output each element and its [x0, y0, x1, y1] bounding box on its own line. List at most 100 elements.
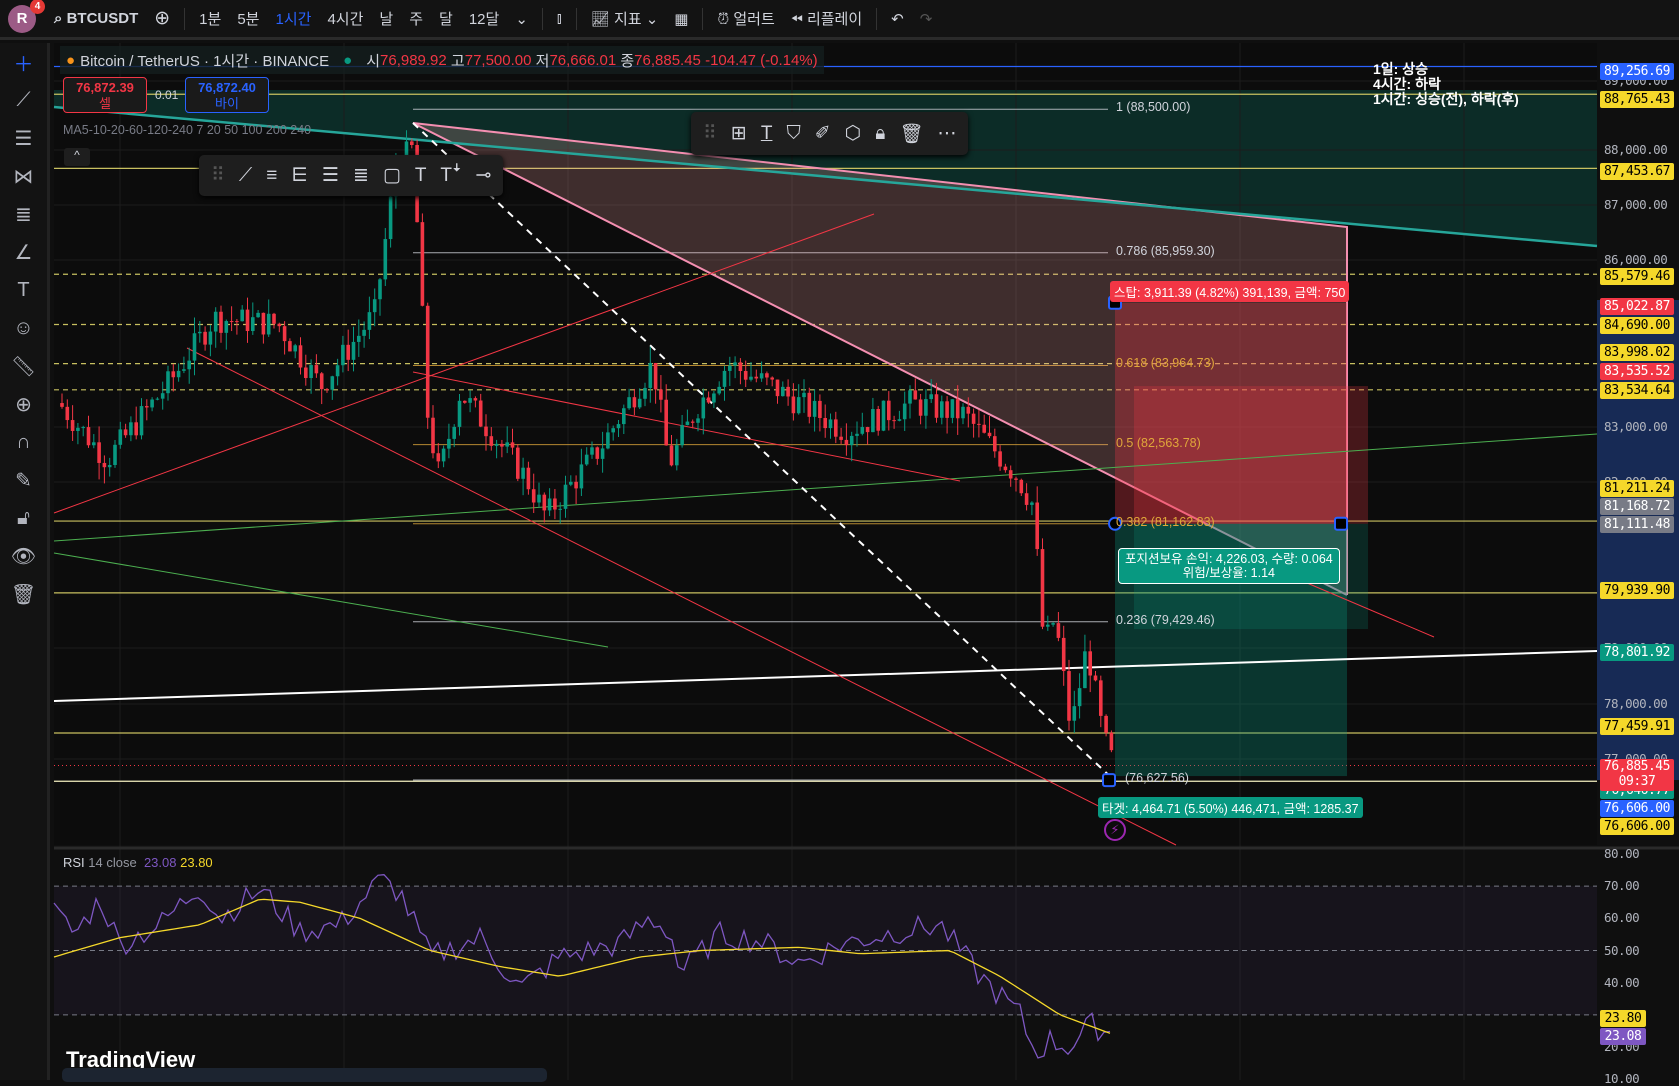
crosshair-icon[interactable]: ＋: [0, 43, 47, 81]
redo-icon[interactable]: ↷: [920, 10, 933, 28]
candle: [441, 448, 446, 462]
pattern-icon[interactable]: ⋈: [0, 157, 47, 195]
rsi-tick: 10.00: [1604, 1071, 1640, 1086]
candle: [569, 481, 573, 485]
more-icon[interactable]: ⋯: [937, 122, 956, 145]
replay-button[interactable]: ⏪︎ 리플레이: [791, 8, 862, 29]
candle: [171, 371, 176, 378]
trash-icon[interactable]: 🗑︎: [0, 575, 47, 613]
fib-icon[interactable]: ☰: [0, 119, 47, 157]
ma-legend[interactable]: MA5-10-20-60-120-240 7 20 50 100 200 240: [63, 123, 311, 137]
measure-angle-icon[interactable]: ∠: [0, 233, 47, 271]
alert-button[interactable]: ⏰︎ 얼러트: [717, 8, 774, 29]
candle: [198, 331, 202, 334]
target-label[interactable]: 타겟: 4,464.71 (5.50%) 446,471, 금액: 1285.3…: [1098, 797, 1363, 818]
interval-3[interactable]: 4시간: [327, 8, 363, 29]
collapse-legend-button[interactable]: ^: [64, 148, 90, 166]
price-tick: 83,000.00: [1604, 419, 1668, 434]
fib-retracement-icon[interactable]: ☰: [322, 164, 339, 187]
fill-color-icon[interactable]: ⛉: [786, 123, 800, 145]
interval-0[interactable]: 1분: [199, 8, 221, 29]
trend-line-icon[interactable]: ⟋: [239, 165, 252, 187]
line-color-icon[interactable]: ✐: [815, 122, 831, 145]
spread-value: 0.01: [155, 88, 179, 102]
divider: [876, 7, 878, 30]
sell-button[interactable]: 76,872.39 셀: [63, 77, 147, 113]
zoom-icon[interactable]: ⊕: [0, 385, 47, 423]
interval-4[interactable]: 날: [379, 8, 393, 29]
chevron-down-icon[interactable]: ⌄: [515, 10, 528, 28]
candle: [924, 399, 928, 416]
interval-2[interactable]: 1시간: [275, 8, 311, 29]
ruler-icon[interactable]: 📏︎: [0, 347, 47, 385]
fib-level-label: 1 (88,500.00): [1116, 100, 1191, 115]
buy-button[interactable]: 76,872.40 바이: [185, 77, 269, 113]
candle: [998, 451, 1002, 467]
candle: [224, 321, 229, 333]
candle: [685, 421, 690, 426]
eye-icon[interactable]: 👁︎: [0, 537, 47, 575]
anchored-text-icon[interactable]: Tꜜ: [440, 165, 461, 187]
alarm-icon: ⏰︎: [717, 11, 730, 28]
candle: [155, 398, 160, 400]
candle: [431, 417, 435, 454]
fib-extension-icon[interactable]: ≣: [353, 164, 369, 187]
avatar[interactable]: R4: [8, 0, 45, 33]
text-icon[interactable]: T: [415, 165, 427, 187]
parallel-channel-icon[interactable]: ≡: [266, 165, 277, 187]
forecast-icon[interactable]: ≣: [0, 195, 47, 233]
undo-icon[interactable]: ↶: [891, 10, 904, 28]
trash-icon[interactable]: 🗑︎: [899, 122, 923, 146]
candle: [728, 365, 732, 371]
layout-icon[interactable]: ▦: [674, 10, 688, 28]
candle: [834, 419, 838, 437]
text-color-icon[interactable]: T: [761, 123, 773, 145]
market-status-icon: ●: [343, 51, 353, 69]
candle: [123, 429, 128, 436]
candle: [680, 425, 684, 446]
add-symbol-icon[interactable]: ⊕: [154, 7, 170, 30]
drag-handle-icon[interactable]: ⠿: [703, 122, 717, 145]
candle: [627, 397, 631, 409]
indicators-button[interactable]: 📈︎ 지표 ⌄: [591, 8, 659, 29]
rsi-legend[interactable]: RSI 14 close 23.08 23.80: [63, 855, 213, 870]
candle: [701, 397, 706, 419]
candle: [107, 464, 112, 468]
candle: [500, 443, 504, 447]
candle: [261, 312, 266, 335]
position-pnl-label[interactable]: 포지션보유 손익: 4,226.03, 수량: 0.064 위험/보상율: 1.1…: [1118, 548, 1340, 584]
lock-icon[interactable]: 🔓︎: [0, 499, 47, 537]
drag-handle: [1334, 516, 1348, 531]
trend-line-icon[interactable]: ⟋: [0, 81, 47, 119]
candle: [706, 397, 711, 403]
candle-type-icon[interactable]: ⫾: [557, 10, 562, 27]
candle: [945, 401, 949, 418]
candle: [849, 435, 854, 446]
candle: [150, 399, 154, 408]
stop-label[interactable]: 스탑: 3,911.39 (4.82%) 391,139, 금액: 750: [1110, 281, 1350, 302]
symbol-search[interactable]: ⌕ BTCUSDT: [54, 10, 138, 27]
settings-icon[interactable]: ⬡: [845, 122, 862, 145]
template-icon[interactable]: ⊞: [731, 122, 747, 145]
candle: [1030, 502, 1034, 505]
interval-5[interactable]: 주: [409, 8, 423, 29]
candle: [113, 444, 117, 465]
fib-fan-icon[interactable]: ⋿: [291, 164, 308, 187]
horizontal-ray-icon[interactable]: ⊸: [476, 164, 492, 187]
candle: [314, 365, 319, 374]
emoji-icon[interactable]: ☺: [0, 309, 47, 347]
symbol-title[interactable]: Bitcoin / TetherUS · 1시간 · BINANCE: [80, 50, 329, 71]
lock-icon[interactable]: 🔒︎: [875, 123, 885, 145]
drag-handle-icon[interactable]: ⠿: [211, 164, 225, 187]
lightning-alert-icon[interactable]: ⚡︎: [1104, 819, 1126, 841]
interval-1[interactable]: 5분: [237, 8, 259, 29]
interval-6[interactable]: 달: [439, 8, 453, 29]
magnet-icon[interactable]: ∩: [0, 423, 47, 461]
fib-level-label: 0.786 (85,959.30): [1116, 243, 1215, 258]
fib-level-label: 0.5 (82,563.78): [1116, 435, 1201, 450]
candle: [971, 413, 976, 424]
rectangle-icon[interactable]: ▢: [383, 164, 401, 187]
interval-7[interactable]: 12달: [469, 8, 500, 29]
text-icon[interactable]: T: [0, 271, 47, 309]
pencil-lock-icon[interactable]: ✎: [0, 461, 47, 499]
